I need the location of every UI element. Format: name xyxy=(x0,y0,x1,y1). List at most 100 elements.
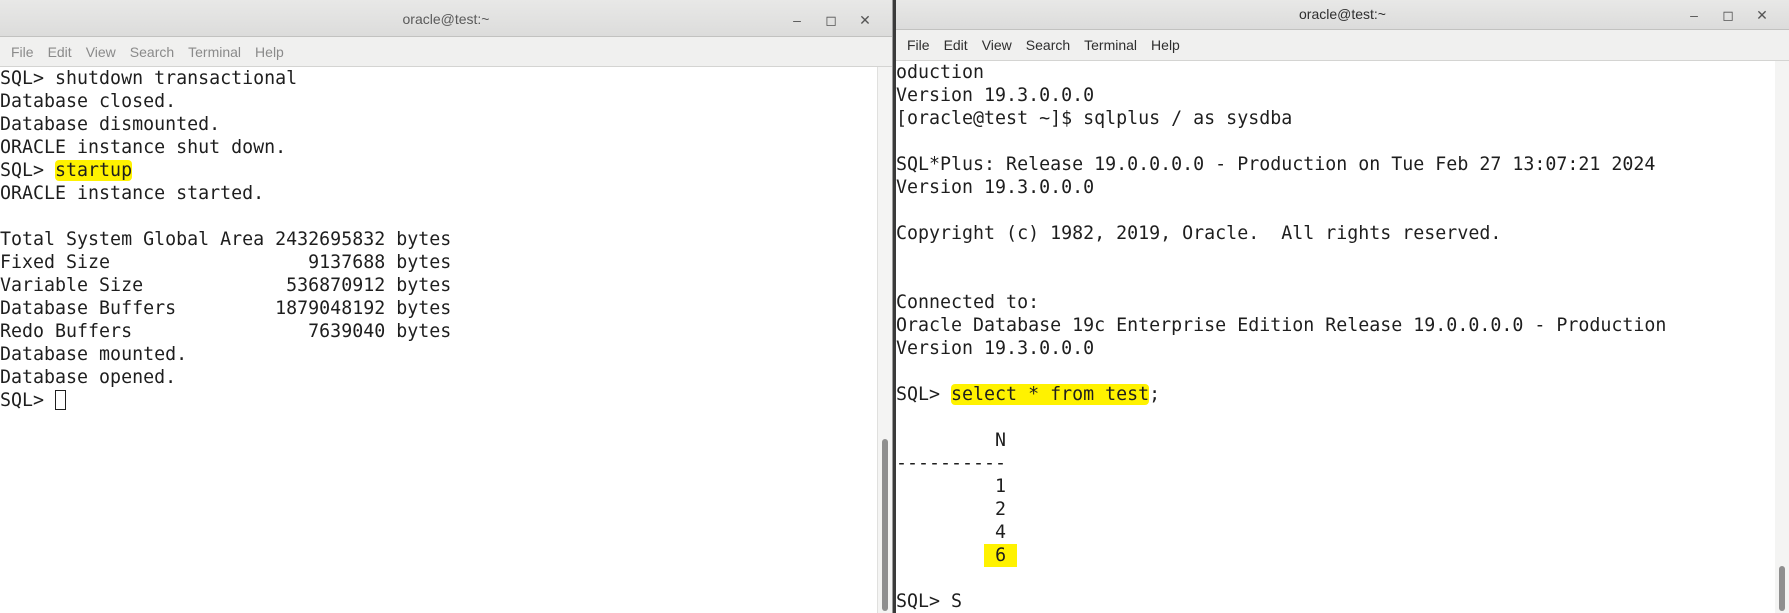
minimize-icon[interactable]: – xyxy=(780,9,814,31)
terminal-text: [oracle@test ~]$ sqlplus / as sysdba xyxy=(896,108,1293,129)
menu-item-search[interactable]: Search xyxy=(1019,30,1077,60)
menu-item-file[interactable]: File xyxy=(4,37,41,66)
maximize-icon[interactable]: ◻ xyxy=(814,9,848,31)
terminal-text: SQL> S xyxy=(896,591,963,612)
terminal-text: Variable Size 536870912 bytes xyxy=(0,275,452,296)
right-window-title: oracle@test:~ xyxy=(1299,6,1386,22)
terminal-text: ---------- xyxy=(896,453,1007,474)
minimize-icon[interactable]: – xyxy=(1677,4,1711,26)
close-icon[interactable]: ✕ xyxy=(848,9,882,31)
menu-item-help[interactable]: Help xyxy=(1144,30,1187,60)
terminal-text: Database Buffers 1879048192 bytes xyxy=(0,298,452,319)
menu-item-file[interactable]: File xyxy=(900,30,937,60)
terminal-text: Oracle Database 19c Enterprise Edition R… xyxy=(896,315,1667,336)
terminal-text: ORACLE instance shut down. xyxy=(0,137,287,158)
right-scroll-thumb[interactable] xyxy=(1779,566,1785,611)
close-icon[interactable]: ✕ xyxy=(1745,4,1779,26)
terminal-text: 1 xyxy=(896,476,1007,497)
menu-item-help[interactable]: Help xyxy=(248,37,291,66)
terminal-text: Copyright (c) 1982, 2019, Oracle. All ri… xyxy=(896,223,1502,244)
terminal-line: 6 xyxy=(896,544,1775,567)
terminal-line: Copyright (c) 1982, 2019, Oracle. All ri… xyxy=(896,222,1775,245)
menu-item-terminal[interactable]: Terminal xyxy=(1077,30,1144,60)
menu-item-view[interactable]: View xyxy=(975,30,1019,60)
terminal-text: SQL> xyxy=(0,160,56,181)
terminal-line: Total System Global Area 2432695832 byte… xyxy=(0,228,878,251)
terminal-line: [oracle@test ~]$ sqlplus / as sysdba xyxy=(896,107,1775,130)
left-terminal-content[interactable]: SQL> shutdown transactional Database clos… xyxy=(0,67,878,613)
terminal-line: Database opened. xyxy=(0,366,878,389)
right-terminal-window[interactable]: oracle@test:~ – ◻ ✕ File Edit View Search Te… xyxy=(896,0,1789,613)
menu-item-edit[interactable]: Edit xyxy=(937,30,975,60)
terminal-line: Database mounted. xyxy=(0,343,878,366)
maximize-icon[interactable]: ◻ xyxy=(1711,4,1745,26)
terminal-text: Version 19.3.0.0.0 xyxy=(896,338,1095,359)
terminal-text: N xyxy=(896,430,1007,451)
right-title-bar[interactable]: oracle@test:~ – ◻ ✕ xyxy=(896,0,1789,30)
terminal-line: ORACLE instance started. xyxy=(0,182,878,205)
terminal-line: Variable Size 536870912 bytes xyxy=(0,274,878,297)
highlighted-command: startup xyxy=(55,160,133,181)
right-terminal-content[interactable]: oduction Version 19.3.0.0.0 [oracle@test ~… xyxy=(896,61,1775,613)
right-scrollbar[interactable] xyxy=(1775,61,1789,613)
highlighted-command: select * from test xyxy=(951,384,1150,405)
terminal-line: 2 xyxy=(896,498,1775,521)
terminal-line: ORACLE instance shut down. xyxy=(0,136,878,159)
terminal-text: Redo Buffers 7639040 bytes xyxy=(0,321,452,342)
left-title-bar[interactable]: oracle@test:~ – ◻ ✕ xyxy=(0,0,892,37)
terminal-line: Fixed Size 9137688 bytes xyxy=(0,251,878,274)
menu-item-terminal[interactable]: Terminal xyxy=(181,37,248,66)
left-window-title: oracle@test:~ xyxy=(402,11,490,27)
terminal-text: Database mounted. xyxy=(0,344,188,365)
terminal-line: Database dismounted. xyxy=(0,113,878,136)
terminal-text: SQL*Plus: Release 19.0.0.0.0 - Productio… xyxy=(896,154,1656,175)
terminal-text: Database opened. xyxy=(0,367,177,388)
terminal-line: Version 19.3.0.0.0 xyxy=(896,176,1775,199)
right-menu-bar: File Edit View Search Terminal Help xyxy=(896,30,1789,61)
terminal-text: Connected to: xyxy=(896,292,1040,313)
terminal-text: ORACLE instance started. xyxy=(0,183,265,204)
highlighted-value: 6 xyxy=(984,544,1018,567)
terminal-line: Version 19.3.0.0.0 xyxy=(896,84,1775,107)
left-scrollbar[interactable] xyxy=(877,67,892,613)
terminal-line: Redo Buffers 7639040 bytes xyxy=(0,320,878,343)
terminal-text: Total System Global Area 2432695832 byte… xyxy=(0,229,452,250)
terminal-line: SQL> shutdown transactional xyxy=(0,67,878,90)
terminal-line: Database closed. xyxy=(0,90,878,113)
terminal-line: Connected to: xyxy=(896,291,1775,314)
menu-item-search[interactable]: Search xyxy=(123,37,181,66)
terminal-line: SQL> startup xyxy=(0,159,878,182)
terminal-text: Version 19.3.0.0.0 xyxy=(896,85,1095,106)
terminal-line: SQL> select * from test; xyxy=(896,383,1775,406)
left-scroll-thumb[interactable] xyxy=(882,439,888,611)
menu-item-edit[interactable]: Edit xyxy=(41,37,79,66)
terminal-text: Fixed Size 9137688 bytes xyxy=(0,252,452,273)
menu-item-view[interactable]: View xyxy=(79,37,123,66)
left-terminal-window[interactable]: oracle@test:~ – ◻ ✕ File Edit View Search Te… xyxy=(0,0,893,613)
terminal-line: SQL> S xyxy=(896,590,1775,613)
terminal-line: Version 19.3.0.0.0 xyxy=(896,337,1775,360)
terminal-text: SQL> xyxy=(896,384,952,405)
terminal-line: SQL> xyxy=(0,389,878,412)
terminal-line: SQL*Plus: Release 19.0.0.0.0 - Productio… xyxy=(896,153,1775,176)
terminal-line: Database Buffers 1879048192 bytes xyxy=(0,297,878,320)
terminal-text-suffix: ; xyxy=(1149,384,1161,405)
terminal-text: SQL> xyxy=(0,390,56,411)
terminal-line: oduction xyxy=(896,61,1775,84)
terminal-line: N xyxy=(896,429,1775,452)
terminal-text: oduction xyxy=(896,62,985,83)
terminal-line: 1 xyxy=(896,475,1775,498)
terminal-line: ---------- xyxy=(896,452,1775,475)
terminal-line: 4 xyxy=(896,521,1775,544)
terminal-text: SQL> shutdown transactional xyxy=(0,68,298,89)
terminal-cursor xyxy=(55,390,67,410)
